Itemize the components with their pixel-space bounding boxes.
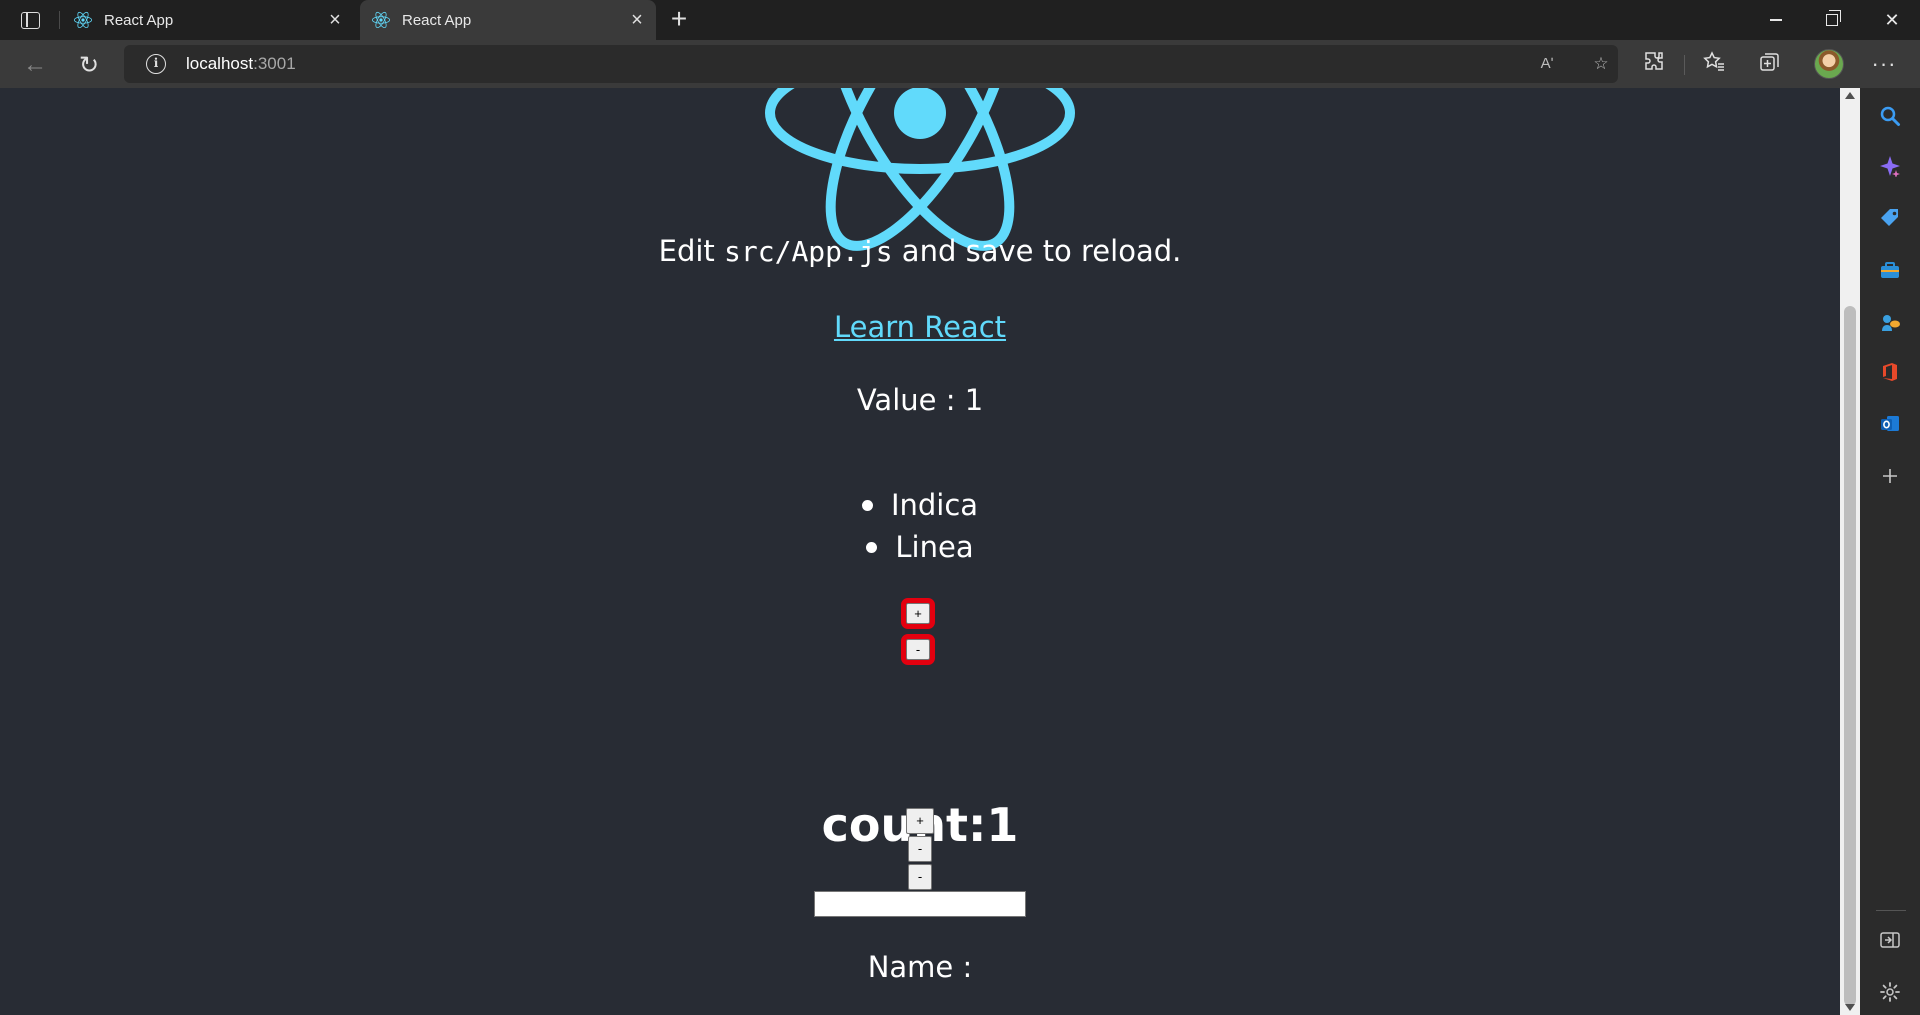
scroll-thumb[interactable] (1844, 306, 1856, 1006)
edit-code: src/App.js (724, 235, 893, 268)
count-increment-button[interactable]: + (906, 808, 934, 834)
sidebar-separator (1876, 910, 1906, 911)
back-arrow-icon[interactable]: ← (18, 48, 52, 82)
shopping-tag-icon[interactable] (1876, 204, 1904, 232)
close-tab-icon[interactable]: × (320, 5, 350, 35)
list-item: Linea (0, 526, 1840, 568)
list-item-label: Indica (890, 488, 979, 522)
edit-prefix: Edit (658, 234, 725, 268)
restore-button[interactable] (1804, 0, 1860, 40)
new-tab-button[interactable]: + (664, 5, 694, 35)
react-favicon-icon (372, 11, 390, 29)
reload-icon[interactable]: ↻ (72, 48, 106, 82)
restore-icon (1826, 10, 1841, 26)
name-label: Name : (867, 950, 973, 984)
minimize-icon (1770, 19, 1782, 21)
tab-react-app-2[interactable]: React App × (360, 0, 656, 40)
outlook-icon[interactable] (1876, 410, 1904, 438)
settings-icon[interactable] (1876, 978, 1904, 1006)
add-icon[interactable] (1876, 462, 1904, 490)
tab-title: React App (402, 11, 472, 29)
close-tab-icon[interactable]: × (622, 5, 652, 35)
tab-actions-icon[interactable] (18, 9, 42, 31)
react-favicon-icon (74, 11, 92, 29)
edit-suffix: and save to reload. (892, 234, 1182, 268)
url-host: localhost (186, 54, 254, 73)
tab-title: React App (104, 11, 174, 29)
count-decrement-button[interactable]: - (908, 836, 932, 862)
office-icon[interactable] (1876, 358, 1904, 386)
url-text[interactable]: localhost:3001 (186, 54, 296, 74)
close-window-button[interactable]: ✕ (1864, 0, 1920, 40)
tab-separator (59, 11, 60, 29)
browser-toolbar: ← ↻ i localhost:3001 Aʹ ☆ ··· (0, 40, 1920, 88)
url-port: :3001 (253, 54, 296, 73)
bullet-icon (866, 541, 878, 553)
split-screen-icon[interactable] (1876, 926, 1904, 954)
tools-icon[interactable] (1876, 256, 1904, 284)
item-list: Indica Linea (0, 484, 1840, 568)
react-logo (765, 88, 1075, 251)
list-item-label: Linea (895, 530, 974, 564)
games-icon[interactable] (1876, 308, 1904, 336)
count-reset-button[interactable]: - (908, 864, 932, 890)
profile-avatar[interactable] (1814, 49, 1844, 79)
search-icon[interactable] (1876, 102, 1904, 130)
bullet-icon (861, 499, 873, 511)
learn-react-link[interactable]: Learn React (834, 310, 1006, 344)
list-item: Indica (0, 484, 1840, 526)
copilot-icon[interactable] (1876, 152, 1904, 180)
add-favorite-icon[interactable]: ☆ (1590, 53, 1612, 75)
tab-react-app-1[interactable]: React App × (62, 0, 354, 40)
scroll-up-arrow-icon[interactable] (1845, 92, 1855, 99)
title-bar: React App × React App × + ✕ (0, 0, 1920, 40)
address-bar[interactable]: i localhost:3001 Aʹ ☆ (124, 45, 1618, 83)
minimize-button[interactable] (1748, 0, 1804, 40)
page-scrollbar[interactable] (1840, 88, 1860, 1015)
more-options-icon[interactable]: ··· (1870, 50, 1898, 78)
page-viewport: Edit src/App.js and save to reload. Lear… (0, 88, 1840, 1015)
site-info-icon[interactable]: i (146, 54, 166, 74)
edit-instruction: Edit src/App.js and save to reload. (0, 234, 1840, 268)
favorites-icon[interactable] (1700, 50, 1728, 78)
value-text: Value : 1 (856, 383, 984, 417)
name-input[interactable] (814, 891, 1026, 917)
extensions-icon[interactable] (1640, 50, 1668, 78)
collections-icon[interactable] (1756, 50, 1784, 78)
scroll-down-arrow-icon[interactable] (1845, 1004, 1855, 1011)
increment-button[interactable]: + (901, 598, 935, 629)
read-aloud-icon[interactable]: Aʹ (1536, 53, 1558, 75)
toolbar-separator (1684, 55, 1685, 75)
decrement-button[interactable]: - (901, 634, 935, 665)
edge-sidebar (1860, 88, 1920, 1015)
